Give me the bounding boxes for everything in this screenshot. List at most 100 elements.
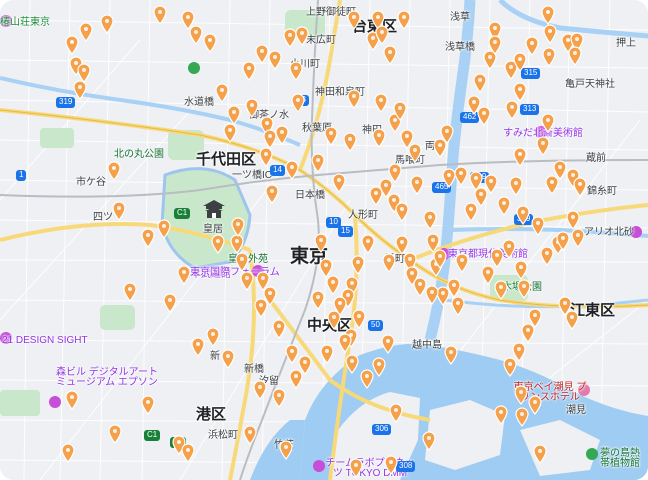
location-pin-icon[interactable] — [494, 280, 508, 300]
location-pin-icon[interactable] — [289, 369, 303, 389]
location-pin-icon[interactable] — [397, 10, 411, 30]
location-pin-icon[interactable] — [320, 344, 334, 364]
location-pin-icon[interactable] — [384, 455, 398, 475]
location-pin-icon[interactable] — [347, 10, 361, 30]
location-pin-icon[interactable] — [372, 357, 386, 377]
location-pin-icon[interactable] — [79, 22, 93, 42]
location-pin-icon[interactable] — [451, 296, 465, 316]
location-pin-icon[interactable] — [181, 443, 195, 463]
location-pin-icon[interactable] — [509, 176, 523, 196]
location-pin-icon[interactable] — [540, 246, 554, 266]
location-pin-icon[interactable] — [231, 217, 245, 237]
location-pin-icon[interactable] — [447, 278, 461, 298]
museum-icon[interactable] — [313, 460, 325, 472]
location-pin-icon[interactable] — [203, 33, 217, 53]
location-pin-icon[interactable] — [502, 239, 516, 259]
location-pin-icon[interactable] — [230, 234, 244, 254]
location-pin-icon[interactable] — [211, 234, 225, 254]
location-pin-icon[interactable] — [285, 160, 299, 180]
map-canvas[interactable]: 台東区 千代田区 東京 中央区 港区 江東区 上野御徒町 浅草 浅草橋 神田和泉… — [0, 0, 648, 480]
location-pin-icon[interactable] — [295, 26, 309, 46]
location-pin-icon[interactable] — [240, 271, 254, 291]
location-pin-icon[interactable] — [100, 14, 114, 34]
location-pin-icon[interactable] — [108, 424, 122, 444]
location-pin-icon[interactable] — [338, 333, 352, 353]
location-pin-icon[interactable] — [215, 83, 229, 103]
location-pin-icon[interactable] — [123, 282, 137, 302]
location-pin-icon[interactable] — [525, 36, 539, 56]
location-pin-icon[interactable] — [536, 136, 550, 156]
location-pin-icon[interactable] — [242, 61, 256, 81]
location-pin-icon[interactable] — [372, 128, 386, 148]
museum-icon[interactable] — [630, 226, 642, 238]
location-pin-icon[interactable] — [141, 228, 155, 248]
location-pin-icon[interactable] — [516, 205, 530, 225]
location-pin-icon[interactable] — [256, 271, 270, 291]
location-pin-icon[interactable] — [484, 174, 498, 194]
location-pin-icon[interactable] — [425, 285, 439, 305]
location-pin-icon[interactable] — [291, 93, 305, 113]
location-pin-icon[interactable] — [255, 44, 269, 64]
location-pin-icon[interactable] — [272, 388, 286, 408]
location-pin-icon[interactable] — [473, 73, 487, 93]
location-pin-icon[interactable] — [410, 175, 424, 195]
museum-icon[interactable] — [0, 332, 12, 344]
location-pin-icon[interactable] — [444, 345, 458, 365]
location-pin-icon[interactable] — [382, 253, 396, 273]
location-pin-icon[interactable] — [556, 231, 570, 251]
location-pin-icon[interactable] — [227, 105, 241, 125]
location-pin-icon[interactable] — [566, 210, 580, 230]
location-pin-icon[interactable] — [497, 196, 511, 216]
location-pin-icon[interactable] — [343, 132, 357, 152]
location-pin-icon[interactable] — [360, 369, 374, 389]
location-pin-icon[interactable] — [235, 252, 249, 272]
location-pin-icon[interactable] — [533, 444, 547, 464]
location-pin-icon[interactable] — [422, 431, 436, 451]
location-pin-icon[interactable] — [221, 349, 235, 369]
location-pin-icon[interactable] — [503, 357, 517, 377]
museum-icon[interactable] — [0, 15, 12, 27]
location-pin-icon[interactable] — [381, 334, 395, 354]
location-pin-icon[interactable] — [206, 327, 220, 347]
location-pin-icon[interactable] — [347, 89, 361, 109]
location-pin-icon[interactable] — [514, 385, 528, 405]
location-pin-icon[interactable] — [573, 177, 587, 197]
location-pin-icon[interactable] — [528, 395, 542, 415]
location-pin-icon[interactable] — [275, 125, 289, 145]
hotel-icon[interactable] — [578, 384, 590, 396]
location-pin-icon[interactable] — [326, 275, 340, 295]
location-pin-icon[interactable] — [490, 248, 504, 268]
location-pin-icon[interactable] — [65, 390, 79, 410]
location-pin-icon[interactable] — [107, 161, 121, 181]
location-pin-icon[interactable] — [289, 61, 303, 81]
location-pin-icon[interactable] — [369, 186, 383, 206]
location-pin-icon[interactable] — [433, 249, 447, 269]
location-pin-icon[interactable] — [177, 265, 191, 285]
location-pin-icon[interactable] — [477, 106, 491, 126]
location-pin-icon[interactable] — [253, 380, 267, 400]
location-pin-icon[interactable] — [513, 82, 527, 102]
location-pin-icon[interactable] — [112, 201, 126, 221]
location-pin-icon[interactable] — [61, 443, 75, 463]
location-pin-icon[interactable] — [389, 403, 403, 423]
location-pin-icon[interactable] — [395, 235, 409, 255]
location-pin-icon[interactable] — [521, 323, 535, 343]
location-pin-icon[interactable] — [314, 233, 328, 253]
location-pin-icon[interactable] — [259, 147, 273, 167]
location-pin-icon[interactable] — [455, 253, 469, 273]
location-pin-icon[interactable] — [163, 293, 177, 313]
location-pin-icon[interactable] — [265, 184, 279, 204]
location-pin-icon[interactable] — [543, 24, 557, 44]
location-pin-icon[interactable] — [65, 35, 79, 55]
location-pin-icon[interactable] — [351, 255, 365, 275]
location-pin-icon[interactable] — [153, 5, 167, 25]
location-pin-icon[interactable] — [268, 50, 282, 70]
park-icon[interactable] — [188, 62, 200, 74]
location-pin-icon[interactable] — [279, 440, 293, 460]
location-pin-icon[interactable] — [433, 138, 447, 158]
location-pin-icon[interactable] — [374, 93, 388, 113]
location-pin-icon[interactable] — [191, 337, 205, 357]
location-pin-icon[interactable] — [375, 25, 389, 45]
location-pin-icon[interactable] — [481, 265, 495, 285]
location-pin-icon[interactable] — [243, 425, 257, 445]
